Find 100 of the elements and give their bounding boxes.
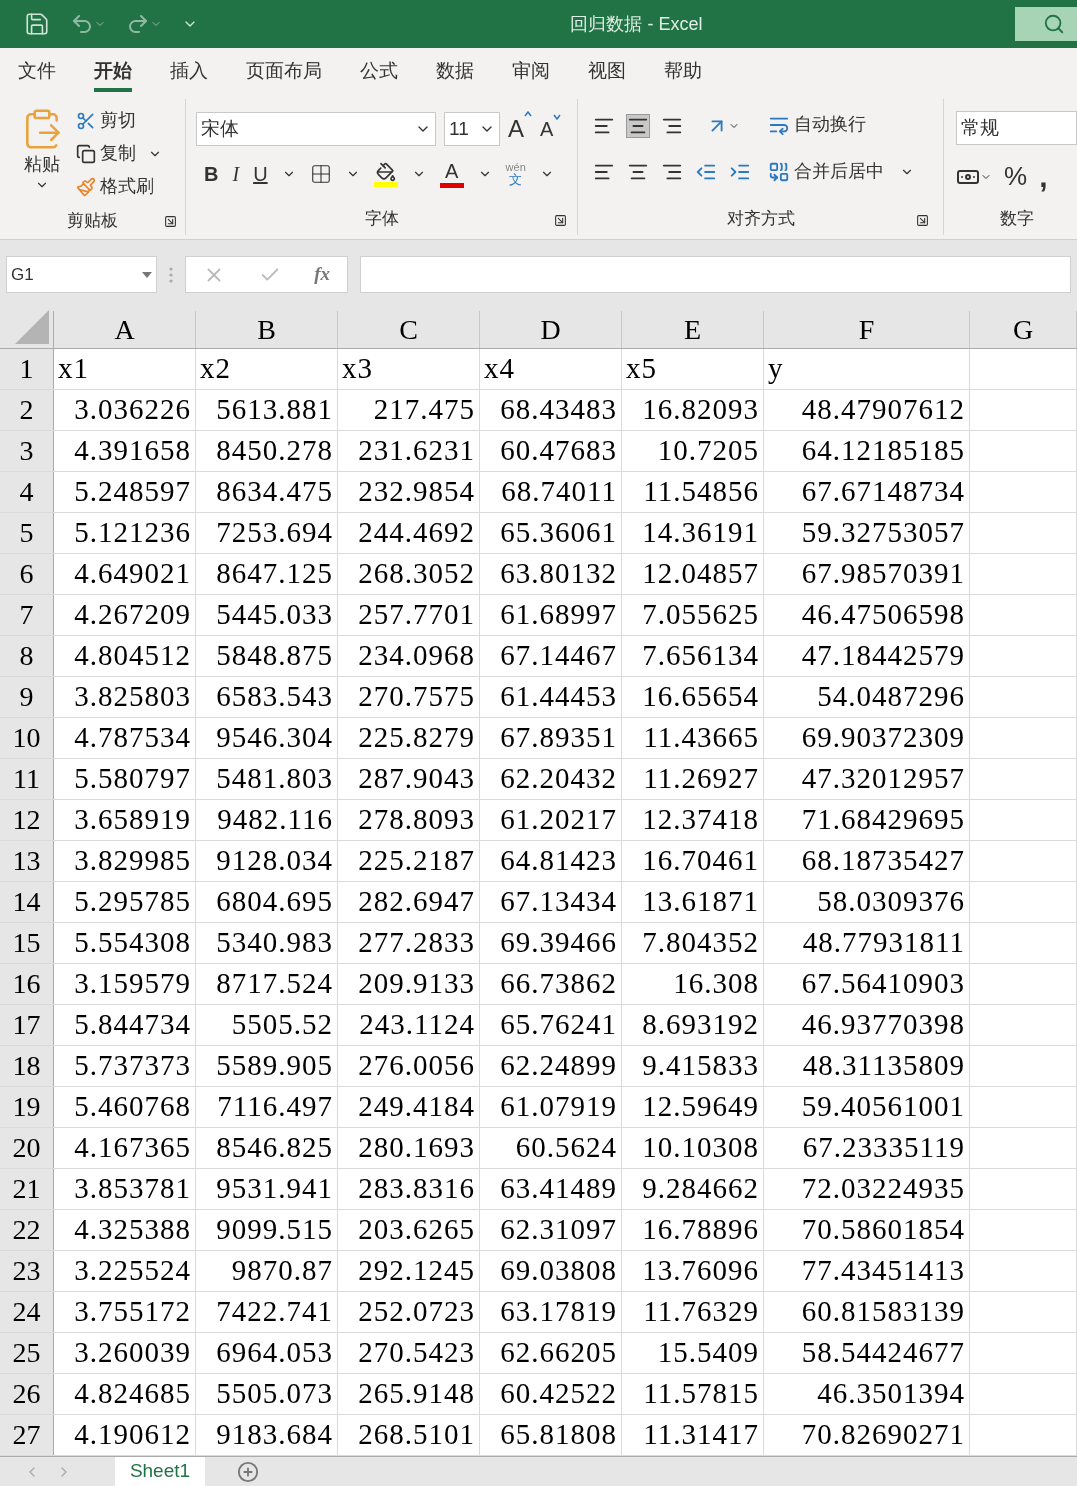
ribbon-tab[interactable]: 审阅 (512, 51, 550, 92)
save-icon[interactable] (24, 11, 50, 37)
paste-button[interactable]: 粘贴 (16, 107, 68, 207)
borders-icon[interactable] (309, 163, 332, 185)
copy-button[interactable]: 复制 (76, 140, 162, 167)
merge-center-button[interactable]: 合并后居中 (768, 158, 914, 185)
row-header[interactable]: 2 (0, 390, 54, 430)
grow-font-button[interactable]: A (508, 111, 532, 147)
row-header[interactable]: 22 (0, 1210, 54, 1250)
row-header[interactable]: 4 (0, 472, 54, 512)
ribbon-tab[interactable]: 视图 (588, 51, 626, 92)
ribbon-tab[interactable]: 公式 (360, 51, 398, 92)
name-box[interactable]: G1 (6, 256, 157, 293)
row-header[interactable]: 19 (0, 1087, 54, 1127)
table-cell-text: 5.295785 (74, 884, 191, 920)
search-button[interactable] (1015, 7, 1077, 41)
ribbon-tab[interactable]: 插入 (170, 51, 208, 92)
formula-field[interactable] (360, 256, 1071, 293)
ribbon-tab[interactable]: 数据 (436, 51, 474, 92)
column-header[interactable]: C (338, 311, 480, 348)
row-header[interactable]: 12 (0, 800, 54, 840)
table-cell-text: x2 (200, 351, 231, 387)
table-cell-text: 67.98570391 (801, 556, 965, 592)
italic-button[interactable]: I (232, 159, 240, 189)
row-header[interactable]: 5 (0, 513, 54, 553)
table-cell-text: 69.39466 (500, 925, 617, 961)
table-cell-text: 4.167365 (74, 1130, 191, 1166)
row-header[interactable]: 1 (0, 349, 54, 389)
phonetic-button[interactable]: wén 文 (505, 162, 526, 186)
row-header[interactable]: 24 (0, 1292, 54, 1332)
align-middle-icon[interactable] (626, 113, 650, 138)
dialog-launcher-icon[interactable] (554, 214, 567, 227)
row-header[interactable]: 14 (0, 882, 54, 922)
search-icon (1043, 13, 1065, 35)
table-cell-text: 3.225524 (74, 1253, 191, 1289)
row-header[interactable]: 11 (0, 759, 54, 799)
table-cell-text: 77.43451413 (801, 1253, 965, 1289)
table-cell-text: 10.10308 (642, 1130, 759, 1166)
group-label: 数字 (999, 207, 1034, 230)
table-cell-text: 60.47683 (500, 433, 617, 469)
shrink-font-button[interactable]: A (540, 114, 562, 144)
percent-button[interactable]: % (1004, 157, 1028, 196)
cut-button[interactable]: 剪切 (76, 107, 162, 134)
comma-style-button[interactable]: , (1039, 161, 1048, 192)
ribbon-tab[interactable]: 文件 (18, 51, 56, 92)
row-header[interactable]: 10 (0, 718, 54, 758)
table-cell-text: 225.2187 (358, 843, 475, 879)
row-header[interactable]: 26 (0, 1374, 54, 1414)
paintbrush-icon (76, 176, 96, 197)
row-header[interactable]: 6 (0, 554, 54, 594)
column-header[interactable]: G (970, 311, 1077, 348)
table-cell-text: 65.36061 (500, 515, 617, 551)
table-cell-text: 5505.52 (231, 1007, 333, 1043)
insert-function-button[interactable]: fx (314, 260, 331, 289)
column-header[interactable]: E (622, 311, 764, 348)
sheet-tab[interactable]: Sheet1 (115, 1457, 205, 1486)
bold-button[interactable]: B (204, 159, 219, 189)
row-header[interactable]: 16 (0, 964, 54, 1004)
table-cell-text: 4.804512 (74, 638, 191, 674)
row-header[interactable]: 3 (0, 431, 54, 471)
table-cell-text: 11.43665 (643, 720, 759, 756)
row-header[interactable]: 25 (0, 1333, 54, 1373)
format-painter-button[interactable]: 格式刷 (76, 173, 162, 200)
fill-color-icon[interactable] (373, 161, 398, 187)
row-header[interactable]: 13 (0, 841, 54, 881)
table-cell-text: 209.9133 (358, 966, 475, 1002)
table-cell-text: 268.3052 (358, 556, 475, 592)
table-cell-text: 48.47907612 (801, 392, 965, 428)
wrap-text-button[interactable]: 自动换行 (768, 111, 914, 138)
row-header[interactable]: 17 (0, 1005, 54, 1045)
column-header[interactable]: D (480, 311, 622, 348)
font-size-field[interactable]: 11 (444, 112, 500, 146)
table-cell-text: 61.68997 (500, 597, 617, 633)
table-cell-text: 59.40561001 (801, 1089, 965, 1125)
dialog-launcher-icon[interactable] (916, 214, 929, 227)
column-header[interactable]: B (196, 311, 338, 348)
underline-button[interactable]: U (253, 159, 268, 189)
table-cell-text: 61.44453 (500, 679, 617, 715)
row-header[interactable]: 27 (0, 1415, 54, 1455)
dialog-launcher-icon[interactable] (164, 214, 177, 228)
table-cell-text: 287.9043 (358, 761, 475, 797)
row-header[interactable]: 15 (0, 923, 54, 963)
table-cell-text: 7.804352 (642, 925, 759, 961)
row-header[interactable]: 8 (0, 636, 54, 676)
ribbon-tab[interactable]: 帮助 (664, 51, 702, 92)
table-cell-text: x4 (484, 351, 515, 387)
row-header[interactable]: 9 (0, 677, 54, 717)
row-header[interactable]: 18 (0, 1046, 54, 1086)
row-header[interactable]: 7 (0, 595, 54, 635)
ribbon-tab[interactable]: 页面布局 (246, 51, 322, 92)
ribbon-tab[interactable]: 开始 (94, 51, 132, 92)
font-name-field[interactable]: 宋体 (196, 112, 436, 146)
row-header[interactable]: 21 (0, 1169, 54, 1209)
number-format-field[interactable]: 常规 (956, 111, 1077, 145)
font-color-button[interactable]: A (439, 160, 464, 188)
column-header[interactable]: A (54, 311, 196, 348)
column-header[interactable]: F (764, 311, 970, 348)
row-header[interactable]: 23 (0, 1251, 54, 1291)
table-cell-text: 48.31135809 (802, 1048, 965, 1084)
row-header[interactable]: 20 (0, 1128, 54, 1168)
